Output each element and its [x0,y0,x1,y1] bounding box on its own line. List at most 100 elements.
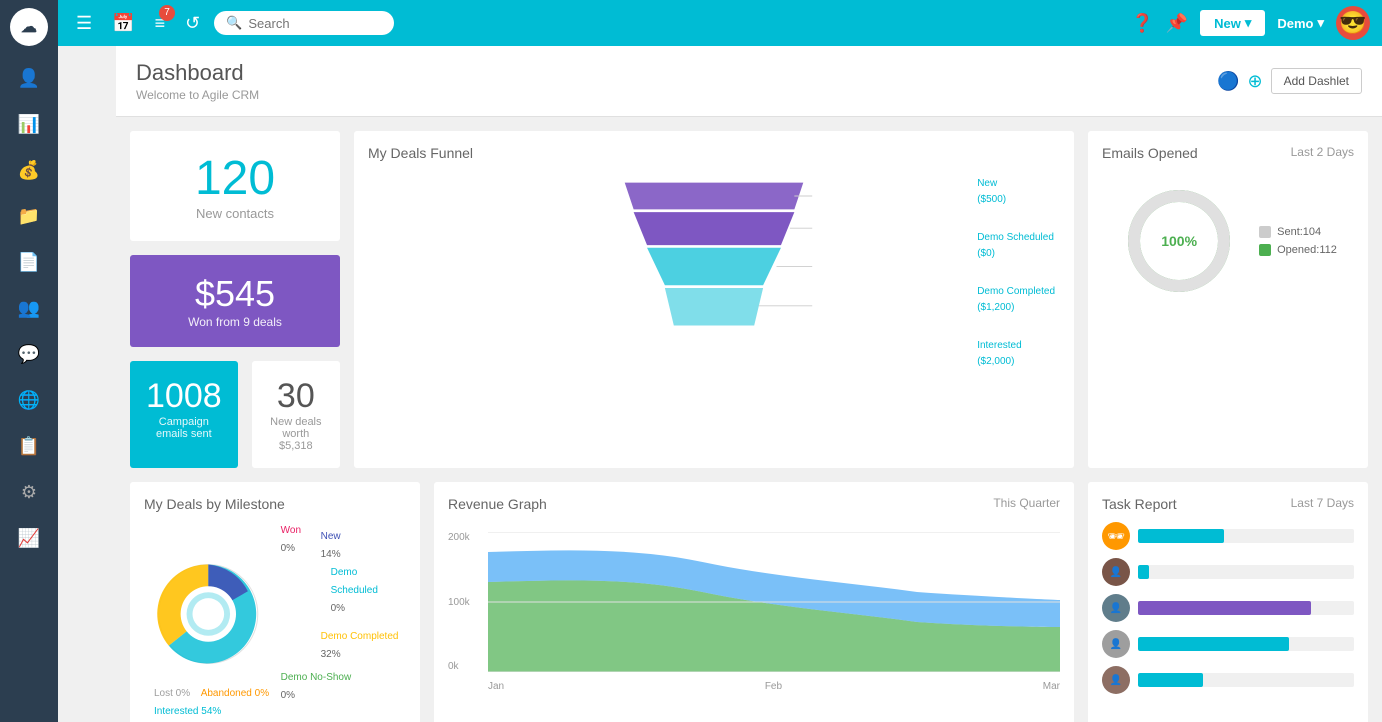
notifications-wrap[interactable]: ≡ 7 [149,9,172,38]
emails-card-header: Emails Opened Last 2 Days [1102,145,1354,161]
app-logo[interactable]: ☁ [10,8,48,46]
menu-icon[interactable]: ☰ [70,9,98,38]
task-bar-wrap-5 [1138,673,1354,687]
documents-icon: 📄 [18,252,40,273]
ml-new: New14% [321,528,406,564]
task-bar-4 [1138,637,1289,651]
revenue-title: Revenue Graph [448,496,547,512]
topnav-right: ❓ 📌 New ▾ Demo ▾ 😎 [1131,6,1370,40]
sidebar-item-settings[interactable]: ⚙ [0,470,58,514]
sidebar-item-contacts[interactable]: 👤 [0,56,58,100]
demo-button[interactable]: Demo ▾ [1277,15,1324,31]
sidebar-item-reports[interactable]: 👥 [0,286,58,330]
milestone-card: My Deals by Milestone [130,482,420,722]
revenue-card: Revenue Graph This Quarter 200k 100k 0k [434,482,1074,722]
deals-funnel-card: My Deals Funnel [354,131,1074,468]
search-box[interactable]: 🔍 [214,11,394,35]
x-mar: Mar [1043,681,1060,692]
funnel-chart [589,171,839,346]
donut-wrap: 100% [1119,181,1239,301]
messages-icon: 💬 [18,344,40,365]
funnel-title: My Deals Funnel [368,145,1060,161]
x-feb: Feb [765,681,782,692]
funnel-label-new: New($500) [977,176,1055,208]
sidebar-item-documents[interactable]: 📄 [0,240,58,284]
legend-opened: Opened:112 [1259,244,1337,256]
add-dashlet-button[interactable]: Add Dashlet [1271,68,1362,94]
chart-x-labels: Jan Feb Mar [488,681,1060,692]
sidebar-item-deals[interactable]: 💰 [0,148,58,192]
help-icon[interactable]: ❓ [1131,13,1153,34]
notification-badge: 7 [159,5,175,21]
task-bar-1 [1138,529,1224,543]
stat-cards: 120New contacts$545Won from 9 deals 1008… [130,131,340,468]
calendar-icon[interactable]: 📅 [106,9,140,38]
ml-lost: Lost 0% [154,688,190,699]
task-bar-wrap-3 [1138,601,1354,615]
settings-icon: ⚙ [21,482,37,503]
task-row: 🕶 [1102,522,1354,550]
task-bar-3 [1138,601,1311,615]
task-avatar-5: 👤 [1102,666,1130,694]
user-avatar[interactable]: 😎 [1336,6,1370,40]
deals-icon: 💰 [18,160,40,181]
files-icon: 📋 [18,436,40,457]
opened-dot [1259,244,1271,256]
history-icon[interactable]: ↺ [179,9,206,38]
companies-icon: 📊 [18,114,40,135]
dashboard-grid: 120New contacts$545Won from 9 deals 1008… [116,117,1382,722]
x-jan: Jan [488,681,504,692]
task-row: 👤 [1102,558,1354,586]
y-200k: 200k [448,532,483,543]
funnel-container: New($500) Demo Scheduled($0) Demo Comple… [368,171,1060,346]
funnel-labels: New($500) Demo Scheduled($0) Demo Comple… [977,176,1055,370]
page-actions: 🔵 ⊕ Add Dashlet [1217,68,1362,94]
revenue-chart-area: 200k 100k 0k [448,532,1060,692]
task-row: 👤 [1102,666,1354,694]
chevron-down-icon: ▾ [1245,15,1252,31]
ml-demo-comp: Demo Completed32% [321,628,406,664]
page-title: Dashboard [136,60,259,86]
new-button[interactable]: New ▾ [1200,10,1265,36]
emails-period: Last 2 Days [1291,145,1354,159]
ml-abandoned: Abandoned 0% [201,688,269,699]
emails-title: Emails Opened [1102,145,1198,161]
sidebar-item-companies[interactable]: 📊 [0,102,58,146]
revenue-svg [488,532,1060,672]
search-input[interactable] [248,16,378,31]
pin-icon[interactable]: 📌 [1166,13,1188,34]
sidebar-item-messages[interactable]: 💬 [0,332,58,376]
sidebar: ☁ 👤 📊 💰 📁 📄 👥 💬 🌐 📋 ⚙ 📈 [0,0,58,722]
task-row: 👤 [1102,594,1354,622]
task-avatar-2: 👤 [1102,558,1130,586]
task-avatar-1: 🕶 [1102,522,1130,550]
reports-icon: 👥 [18,298,40,319]
milestone-title: My Deals by Milestone [144,496,406,512]
donut-label: 100% [1161,233,1197,249]
milestone-pie [144,549,273,679]
task-bar-wrap-4 [1138,637,1354,651]
y-100k: 100k [448,597,483,608]
ml-demo-sched: Demo Scheduled0% [331,564,406,618]
sidebar-item-analytics[interactable]: 📈 [0,516,58,560]
milestone-content: Won0% New14% Demo Scheduled0% Demo Compl… [144,522,406,705]
chevron-down-icon: ▾ [1317,15,1324,31]
tasks-icon: 📁 [18,206,40,227]
sent-label: Sent:104 [1277,226,1321,238]
add-icon[interactable]: ⊕ [1248,71,1263,92]
sidebar-item-files[interactable]: 📋 [0,424,58,468]
sidebar-item-tasks[interactable]: 📁 [0,194,58,238]
task-avatar-4: 👤 [1102,630,1130,658]
revenue-period: This Quarter [993,496,1060,522]
funnel-label-demo-comp: Demo Completed($1,200) [977,284,1055,316]
page-subtitle: Welcome to Agile CRM [136,88,259,102]
y-0k: 0k [448,661,483,672]
task-bar-2 [1138,565,1149,579]
task-report-header: Task Report Last 7 Days [1102,496,1354,512]
opened-label: Opened:112 [1277,244,1337,256]
row-1: 120New contacts$545Won from 9 deals 1008… [130,131,1368,468]
contacts-icon: 👤 [18,68,40,89]
sidebar-item-global[interactable]: 🌐 [0,378,58,422]
page-title-group: Dashboard Welcome to Agile CRM [136,60,259,102]
ml-interested: Interested 54% [154,706,221,717]
